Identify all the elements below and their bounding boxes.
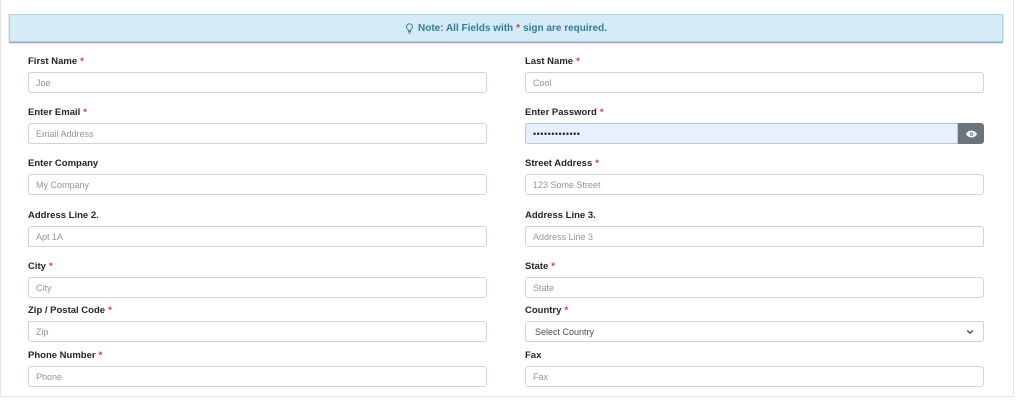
required-star: * — [83, 107, 87, 118]
first-name-input[interactable] — [28, 72, 487, 93]
phone-input[interactable] — [28, 366, 487, 387]
note-text-suffix: sign are required. — [523, 22, 607, 34]
eye-icon — [965, 130, 977, 137]
state-label: State * — [525, 261, 555, 272]
required-star: * — [551, 261, 555, 272]
country-label: Country * — [525, 305, 569, 316]
toggle-password-button[interactable] — [958, 123, 984, 144]
password-label: Enter Password * — [525, 107, 604, 118]
zip-input[interactable] — [28, 321, 487, 342]
registration-form: Note: All Fields with * sign are require… — [0, 0, 1014, 397]
lightbulb-icon — [406, 22, 413, 33]
fax-label: Fax — [525, 350, 542, 361]
country-select[interactable]: Select Country — [525, 321, 984, 342]
required-star: * — [80, 56, 84, 67]
required-star: * — [576, 56, 580, 67]
required-star: * — [108, 305, 112, 316]
zip-label: Zip / Postal Code * — [28, 305, 112, 316]
note-required-star: * — [516, 22, 521, 34]
fax-input[interactable] — [525, 366, 984, 387]
state-input[interactable] — [525, 277, 984, 298]
required-star: * — [98, 350, 103, 361]
address-line-3-input[interactable] — [525, 226, 984, 247]
company-input[interactable] — [28, 174, 487, 195]
last-name-input[interactable] — [525, 72, 984, 93]
email-input[interactable] — [28, 123, 487, 144]
first-name-label: First Name * — [28, 56, 84, 67]
city-input[interactable] — [28, 277, 487, 298]
password-input[interactable] — [525, 123, 958, 144]
note-text-prefix: Note: All Fields with — [417, 22, 514, 34]
required-star: * — [595, 158, 599, 169]
city-label: City * — [28, 261, 53, 272]
company-label: Enter Company — [28, 158, 99, 169]
address-line-2-input[interactable] — [28, 226, 487, 247]
address-line-2-label: Address Line 2. — [28, 210, 99, 221]
last-name-label: Last Name * — [525, 56, 580, 67]
street-address-label: Street Address * — [525, 158, 599, 169]
country-selected-value: Select Country — [535, 326, 595, 337]
chevron-down-icon — [967, 329, 973, 334]
phone-label: Phone Number * — [28, 350, 103, 361]
required-star: * — [599, 107, 604, 118]
email-label: Enter Email * — [28, 107, 87, 118]
address-line-3-label: Address Line 3. — [525, 210, 596, 221]
required-fields-note: Note: All Fields with * sign are require… — [9, 14, 1003, 42]
required-star: * — [564, 305, 569, 316]
required-star: * — [48, 261, 53, 272]
street-address-input[interactable] — [525, 174, 984, 195]
